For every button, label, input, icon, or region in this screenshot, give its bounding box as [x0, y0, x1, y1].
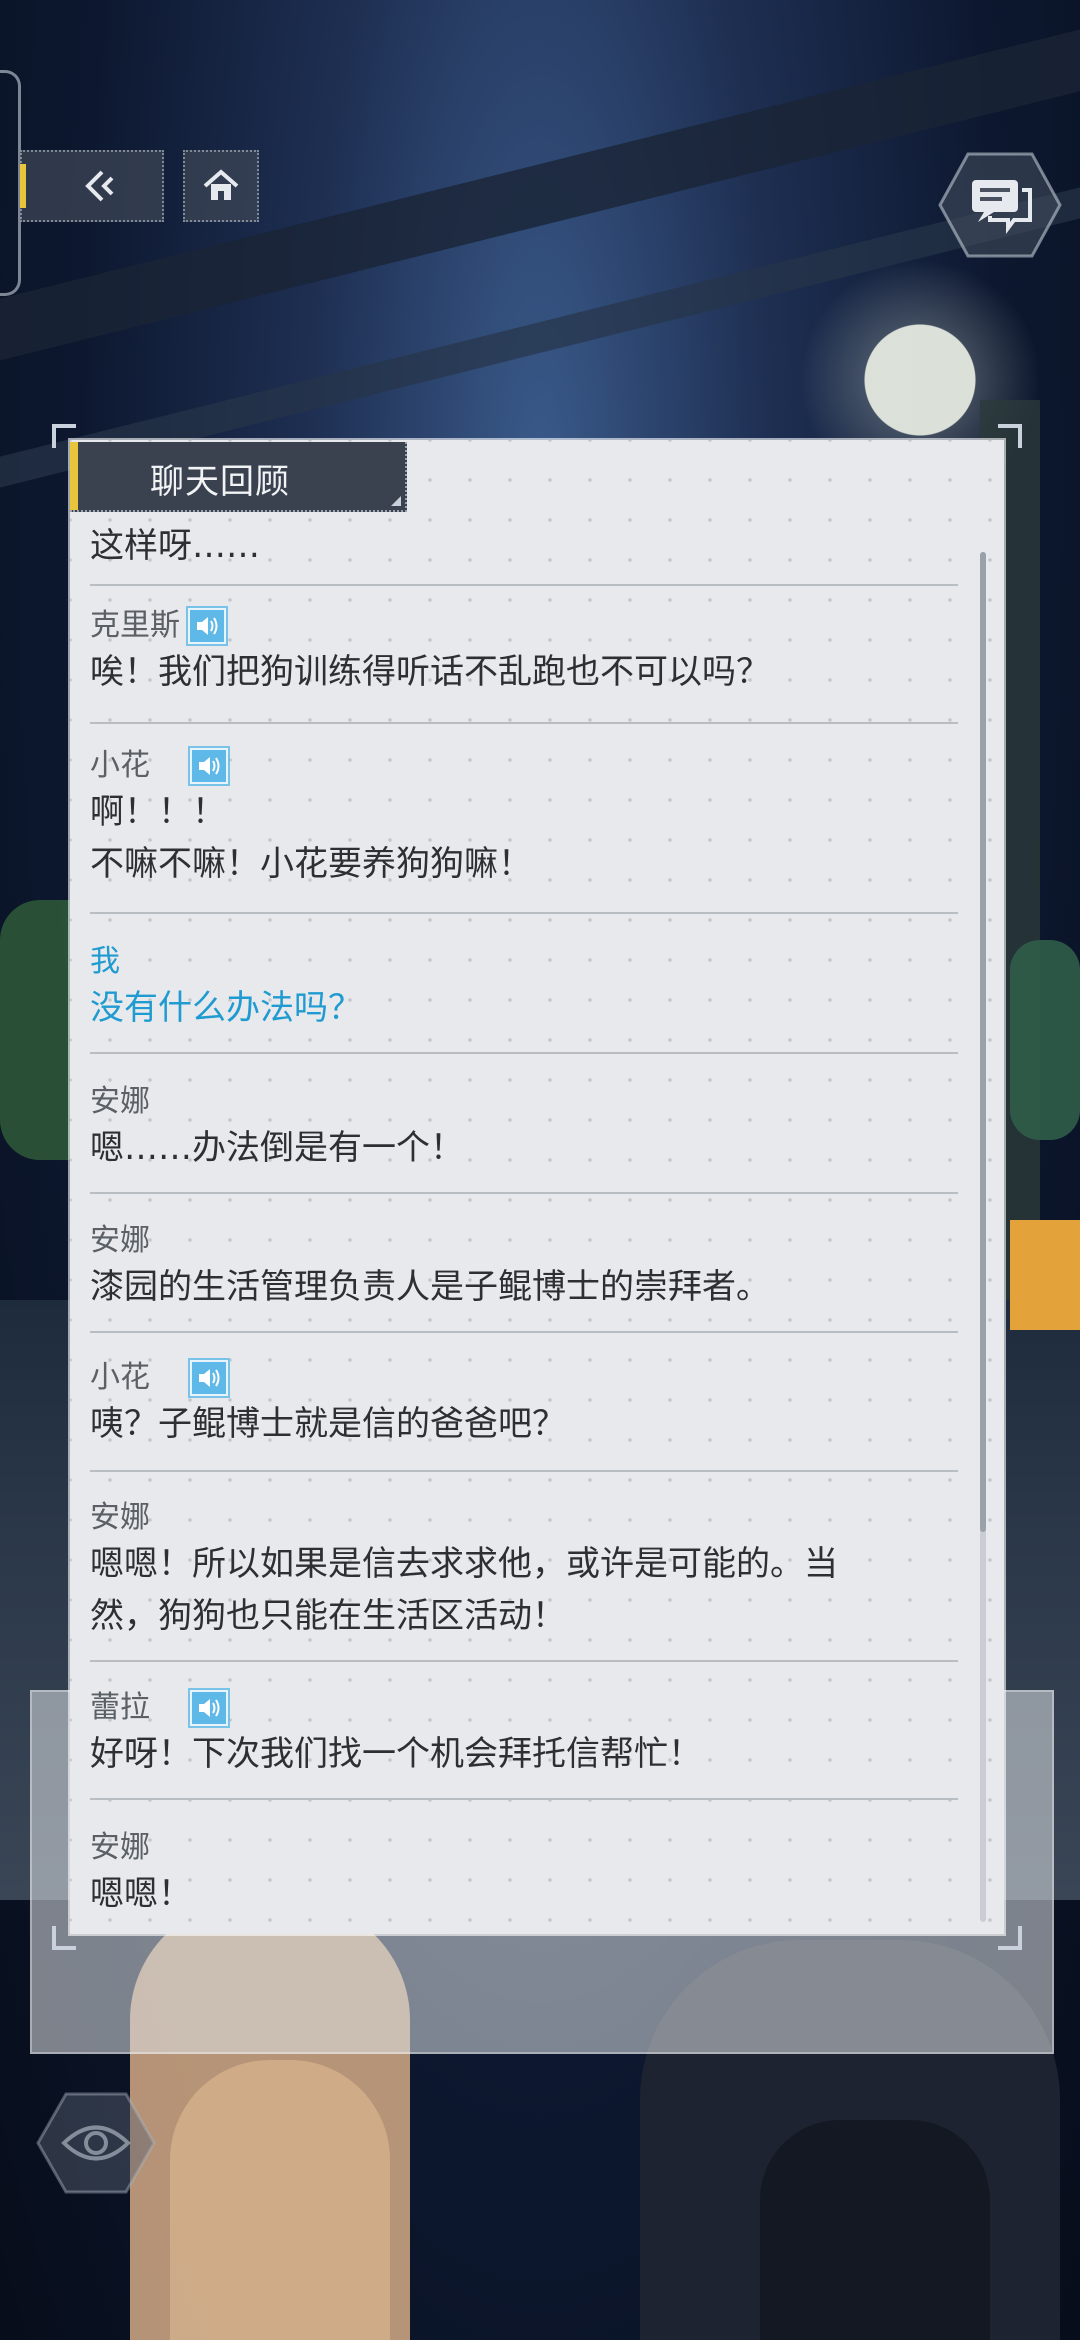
eye-icon [36, 2092, 156, 2194]
chat-log-icon [938, 152, 1062, 258]
speaker-volume-icon [199, 757, 220, 775]
rewind-back-icon [82, 168, 118, 204]
back-button[interactable] [20, 150, 164, 222]
hide-ui-button[interactable] [36, 2090, 156, 2196]
entry-text: 嗯嗯！所以如果是信去求求他，或许是可能的。当 [90, 1544, 838, 1584]
home-icon [201, 166, 241, 206]
speaker-name: 克里斯 [90, 608, 180, 643]
home-button[interactable] [183, 150, 259, 222]
chat-log-button[interactable] [938, 150, 1062, 260]
chat-entry: 克里斯 唉！我们把狗训练得听话不乱跑也不可以吗？ [90, 606, 958, 724]
speaker-volume-icon [199, 1699, 220, 1717]
chat-entry: 安娜 嗯嗯！ [90, 1828, 958, 1928]
entry-text: 唉！我们把狗训练得听话不乱跑也不可以吗？ [90, 652, 770, 692]
speaker-name: 蕾拉 [90, 1690, 150, 1725]
voice-replay-button[interactable] [188, 608, 226, 644]
panel-title: 聊天回顾 [150, 462, 290, 502]
side-menu-edge [0, 70, 21, 296]
speaker-name: 小花 [90, 748, 150, 783]
entry-text: 没有什么办法吗？ [90, 988, 362, 1028]
speaker-name: 小花 [90, 1360, 150, 1395]
chat-entry: 小花 啊！！！ 不嘛不嘛！小花要养狗狗嘛！ [90, 746, 958, 914]
voice-replay-button[interactable] [190, 748, 228, 784]
entry-text: 咦？子鲲博士就是信的爸爸吧？ [90, 1404, 566, 1444]
speaker-volume-icon [199, 1369, 220, 1387]
entry-text: 嗯……办法倒是有一个！ [90, 1128, 464, 1168]
speaker-volume-icon [197, 617, 218, 635]
speaker-name: 安娜 [90, 1084, 150, 1119]
entry-text-line2: 然，狗狗也只能在生活区活动！ [90, 1596, 566, 1636]
chat-entry: 小花 咦？子鲲博士就是信的爸爸吧？ [90, 1358, 958, 1472]
chat-entry: 安娜 嗯嗯！所以如果是信去求求他，或许是可能的。当 然，狗狗也只能在生活区活动！ [90, 1498, 958, 1662]
entry-text: 嗯嗯！ [90, 1874, 192, 1914]
chat-entry: 安娜 漆园的生活管理负责人是子鲲博士的崇拜者。 [90, 1221, 958, 1333]
chat-entry: 这样呀…… [90, 520, 958, 586]
entry-text: 啊！！！ [90, 792, 226, 832]
speaker-name: 我 [90, 944, 120, 979]
entry-text: 这样呀…… [90, 526, 260, 566]
chat-entry-player: 我 没有什么办法吗？ [90, 942, 958, 1054]
entry-text: 好呀！下次我们找一个机会拜托信帮忙！ [90, 1734, 702, 1774]
entry-text-line2: 不嘛不嘛！小花要养狗狗嘛！ [90, 844, 532, 884]
scrollbar-thumb[interactable] [980, 552, 986, 1532]
speaker-name: 安娜 [90, 1500, 150, 1535]
speaker-name: 安娜 [90, 1830, 150, 1865]
voice-replay-button[interactable] [190, 1690, 228, 1726]
voice-replay-button[interactable] [190, 1360, 228, 1396]
chat-entry: 蕾拉 好呀！下次我们找一个机会拜托信帮忙！ [90, 1688, 958, 1800]
chat-review-tab: 聊天回顾 [70, 442, 407, 512]
speaker-name: 安娜 [90, 1223, 150, 1258]
chat-entry: 安娜 嗯……办法倒是有一个！ [90, 1082, 958, 1194]
entry-text: 漆园的生活管理负责人是子鲲博士的崇拜者。 [90, 1267, 770, 1307]
